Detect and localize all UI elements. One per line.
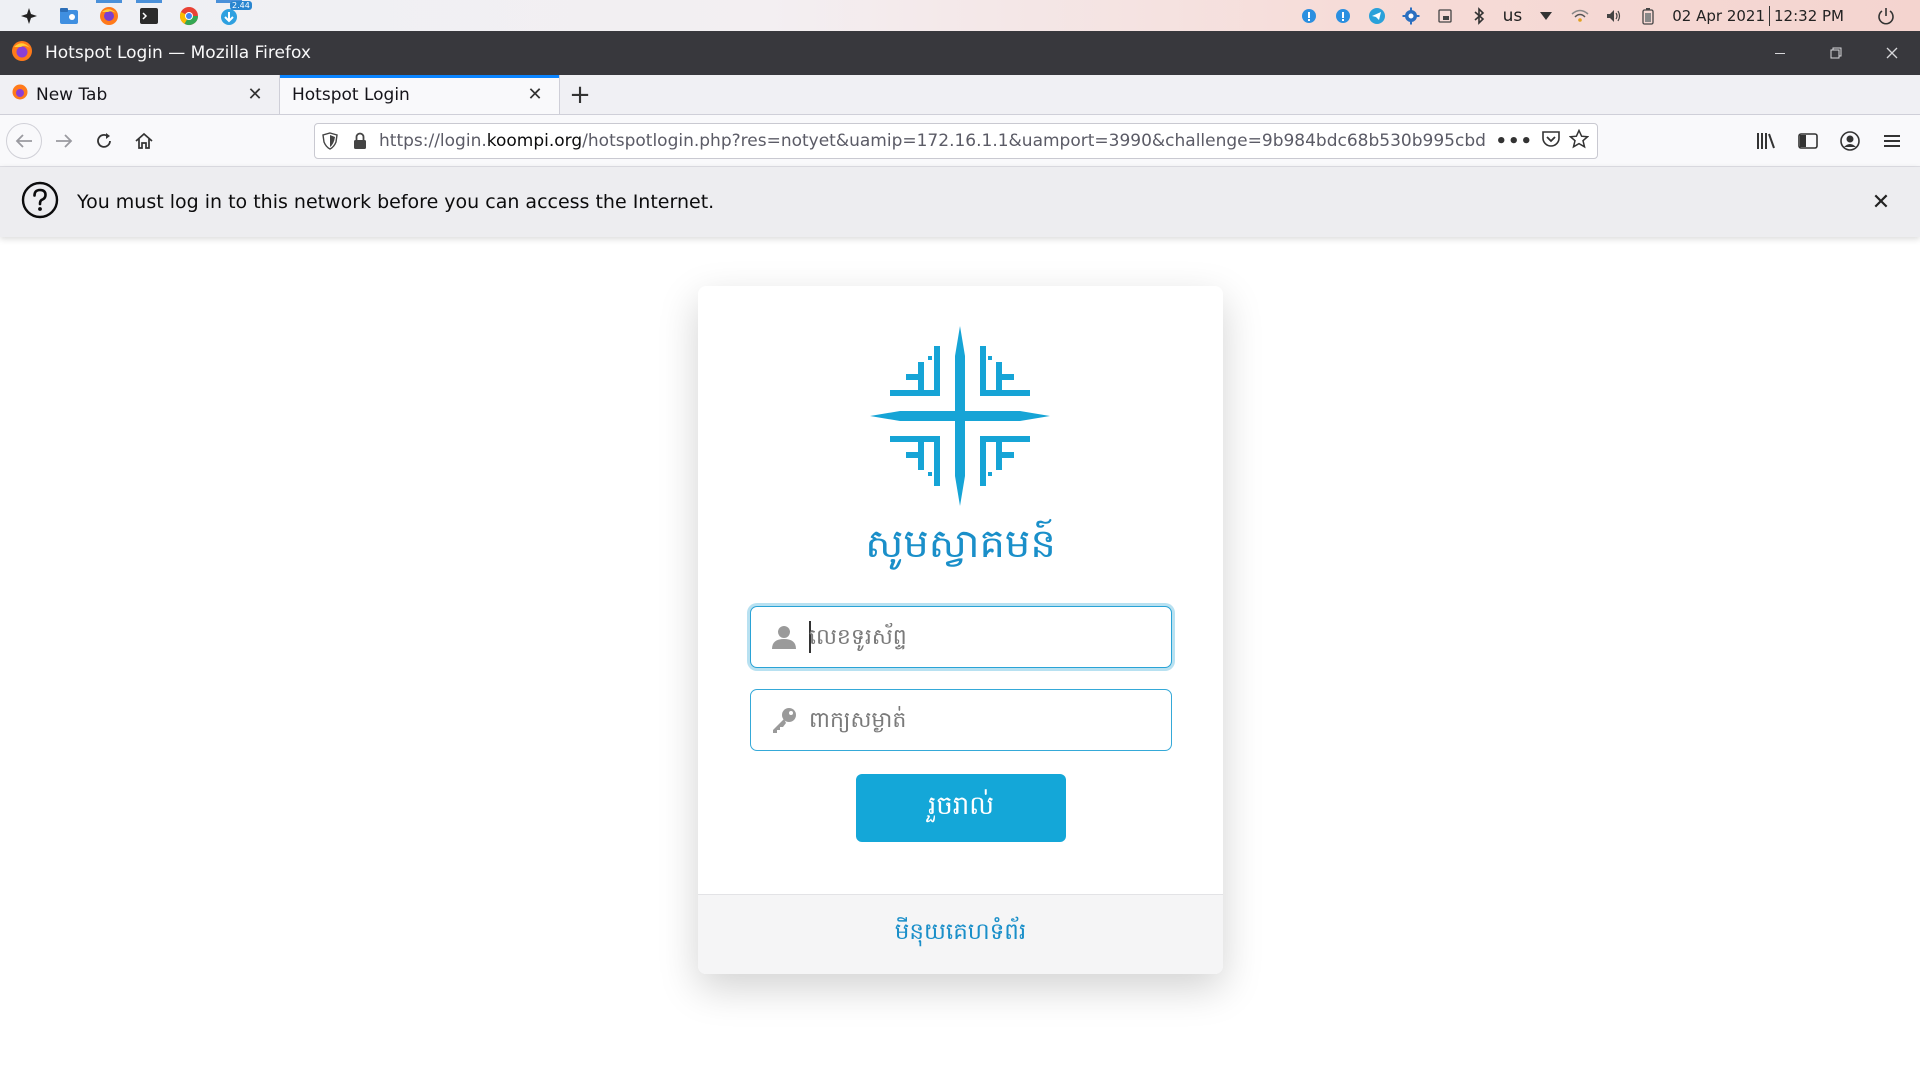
close-tab-icon[interactable]: ✕ [523,83,547,107]
key-icon [769,705,799,735]
new-tab-button[interactable]: + [560,75,600,114]
phone-field[interactable] [750,606,1172,668]
koompi-logo-icon [870,326,1050,506]
tab-hotspot-login[interactable]: Hotspot Login ✕ [280,75,560,114]
forward-button[interactable] [46,123,82,159]
firefox-taskbar-icon[interactable] [96,0,122,31]
minimize-button[interactable] [1752,31,1808,75]
firefox-logo-icon [11,40,33,67]
window-title: Hotspot Login — Mozilla Firefox [45,43,311,63]
bluetooth-icon[interactable] [1469,6,1489,26]
restore-button[interactable] [1808,31,1864,75]
clipboard-icon[interactable] [1435,6,1455,26]
clock[interactable]: 02 Apr 2021 12:32 PM [1672,5,1844,26]
sidebar-toggle-icon[interactable] [1792,123,1824,159]
clock-separator [1769,5,1771,26]
file-manager-icon[interactable] [56,0,82,31]
bookmark-star-icon[interactable] [1568,128,1590,153]
welcome-heading: សូមស្វាគមន៍ [865,521,1056,567]
library-icon[interactable] [1750,123,1782,159]
system-taskbar: 2.44 us 02 Apr 2021 12:32 PM [0,0,1920,31]
lock-icon[interactable] [345,124,375,158]
captive-portal-notification: You must log in to this network before y… [0,167,1920,237]
url-bar[interactable]: https://login.koompi.org/hotspotlogin.ph… [314,123,1598,159]
back-button[interactable] [6,122,42,159]
page-actions-icon[interactable]: ••• [1495,131,1533,152]
firefox-favicon-icon [12,84,28,105]
download-manager-icon[interactable]: 2.44 [216,0,252,31]
battery-icon[interactable] [1638,6,1658,26]
hamburger-menu-icon[interactable] [1876,123,1908,159]
url-host: koompi.org [486,131,583,151]
keyboard-layout-indicator[interactable]: us [1503,6,1523,26]
login-card: សូមស្វាគមន៍ រួចរាល់ មីនុយគេហទំព័រ [698,286,1223,974]
url-path: /hotspotlogin.php?res=notyet&uamip=172.1… [582,131,1488,151]
volume-icon[interactable] [1604,6,1624,26]
close-window-button[interactable] [1864,31,1920,75]
tab-label: Hotspot Login [292,84,410,105]
notification-message: You must log in to this network before y… [77,191,715,213]
chevron-down-icon[interactable] [1536,6,1556,26]
telegram-icon[interactable] [1367,6,1387,26]
window-titlebar: Hotspot Login — Mozilla Firefox [0,31,1920,75]
url-text[interactable]: https://login.koompi.org/hotspotlogin.ph… [379,131,1487,151]
notification-info-icon[interactable] [1299,6,1319,26]
update-info-icon[interactable] [1333,6,1353,26]
account-icon[interactable] [1834,123,1866,159]
tracking-shield-icon[interactable] [315,124,345,158]
wifi-icon[interactable] [1570,6,1590,26]
power-icon[interactable] [1876,6,1896,26]
clock-date: 02 Apr 2021 [1672,6,1766,25]
pocket-icon[interactable] [1541,130,1561,152]
tab-strip: New Tab ✕ Hotspot Login ✕ + [0,75,1920,115]
download-badge: 2.44 [230,1,252,10]
app-launcher-icon[interactable] [16,0,42,31]
homepage-menu-link[interactable]: មីនុយគេហទំព័រ [895,918,1026,951]
reload-button[interactable] [86,123,122,159]
close-notification-icon[interactable]: ✕ [1868,189,1894,215]
tab-new-tab[interactable]: New Tab ✕ [0,75,280,114]
settings-gear-icon[interactable] [1401,6,1421,26]
terminal-icon[interactable] [136,0,162,31]
url-prefix: https://login. [379,131,487,151]
phone-input[interactable] [809,617,1171,657]
password-input[interactable] [809,700,1171,740]
tab-label: New Tab [36,84,108,105]
close-tab-icon[interactable]: ✕ [243,83,267,107]
submit-button[interactable]: រួចរាល់ [856,774,1066,842]
chrome-icon[interactable] [176,0,202,31]
password-field[interactable] [750,689,1172,751]
navigation-toolbar: https://login.koompi.org/hotspotlogin.ph… [0,115,1920,167]
card-footer: មីនុយគេហទំព័រ [698,894,1223,974]
clock-time: 12:32 PM [1774,6,1844,25]
question-circle-icon [21,181,59,223]
home-button[interactable] [126,123,162,159]
user-icon [769,622,799,652]
